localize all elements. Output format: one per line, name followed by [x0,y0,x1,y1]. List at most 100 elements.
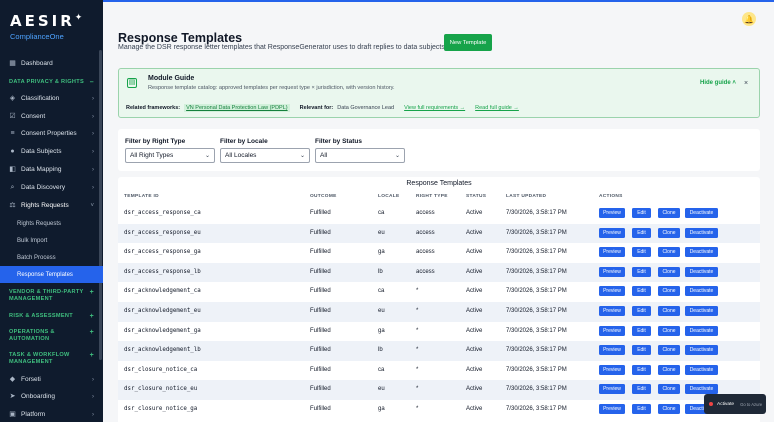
clone-button[interactable]: Clone [658,384,680,395]
view-requirements-link[interactable]: View full requirements → [404,105,465,111]
close-icon[interactable]: × [744,80,748,87]
clone-button[interactable]: Clone [658,286,680,297]
search-icon: ⌕ [10,184,15,191]
cell-last-updated: 7/30/2026, 3:58:17 PM [506,406,567,412]
clone-button[interactable]: Clone [658,404,680,414]
deactivate-button[interactable]: Deactivate [685,364,718,375]
edit-button[interactable]: Edit [632,208,651,218]
section-vendor[interactable]: VENDOR & THIRD-PARTY MANAGEMENT + [0,289,103,303]
user-icon: ● [10,148,15,155]
deactivate-button[interactable]: Deactivate [685,266,718,277]
cell-template-id: dsr_access_response_eu [124,229,201,236]
framework-tag[interactable]: VN Personal Data Protection Law (PDPL) [184,104,290,112]
table-caption: Response Templates [406,180,472,187]
edit-button[interactable]: Edit [632,227,651,238]
preview-button[interactable]: Preview [599,384,625,395]
preview-button[interactable]: Preview [599,208,625,218]
deactivate-button[interactable]: Deactivate [685,208,718,218]
filter-right-type: Filter by Right Type All Right Types ⌄ [125,138,215,163]
sidebar-item-label: Data Subjects [21,148,62,155]
table-row: dsr_closure_notice_ga Fulfilled ga * Active 7… [118,400,760,420]
sidebar-item-data-subjects[interactable]: ● Data Subjects › [0,143,103,160]
sidebar-item-label: Data Mapping [21,166,62,173]
clone-button[interactable]: Clone [658,227,680,238]
cell-outcome: Fulfilled [310,327,331,334]
edit-button[interactable]: Edit [632,364,651,375]
sidebar-item-classification[interactable]: ◈ Classification › [0,90,103,107]
cell-last-updated: 7/30/2026, 3:58:17 PM [506,347,567,354]
select-value: All [320,152,328,159]
cell-right-type: * [416,366,419,373]
clone-button[interactable]: Clone [658,266,680,277]
edit-button[interactable]: Edit [632,345,651,356]
clone-button[interactable]: Clone [658,364,680,375]
edit-button[interactable]: Edit [632,247,651,258]
preview-button[interactable]: Preview [599,345,625,356]
sidebar-item-rights-requests[interactable]: ⚖ Rights Requests ˅ [0,197,103,214]
sidebar-item-onboarding[interactable]: ➤ Onboarding › [0,388,103,405]
sidebar-item-consent[interactable]: ☑ Consent › [0,108,103,125]
hide-guide-button[interactable]: Hide guide ˄ [700,80,736,86]
clone-button[interactable]: Clone [658,247,680,258]
preview-button[interactable]: Preview [599,325,625,336]
expand-icon: + [89,289,94,296]
cell-last-updated: 7/30/2026, 3:58:17 PM [506,386,567,393]
sidebar-item-platform[interactable]: ▣ Platform › [0,406,103,422]
preview-button[interactable]: Preview [599,247,625,258]
edit-button[interactable]: Edit [632,286,651,297]
deactivate-button[interactable]: Deactivate [685,247,718,258]
sidebar-sub-rights-requests[interactable]: Rights Requests [0,215,103,232]
main-content: 🔔 Response Templates Manage the DSR resp… [103,0,774,422]
preview-button[interactable]: Preview [599,306,625,316]
section-risk[interactable]: RISK & ASSESSMENT + [0,313,103,320]
clone-button[interactable]: Clone [658,208,680,218]
bell-icon[interactable]: 🔔 [742,12,756,26]
collapse-icon: – [89,79,94,86]
cell-outcome: Fulfilled [310,268,331,275]
preview-button[interactable]: Preview [599,266,625,277]
chevron-right-icon: › [92,376,94,383]
section-operations[interactable]: OPERATIONS & AUTOMATION + [0,329,103,343]
preview-button[interactable]: Preview [599,404,625,414]
sidebar-item-dashboard[interactable]: ▦ Dashboard [0,55,103,72]
edit-button[interactable]: Edit [632,384,651,395]
activate-toast[interactable]: Activate Go to Azure [704,394,766,414]
section-data-privacy[interactable]: DATA PRIVACY & RIGHTS – [0,79,103,86]
read-guide-link[interactable]: Read full guide → [475,105,519,111]
sidebar-item-forseti[interactable]: ◆ Forseti › [0,371,103,388]
preview-button[interactable]: Preview [599,286,625,297]
logo: AESIR✦ ComplianceOne [0,0,103,50]
section-task-workflow[interactable]: TASK & WORKFLOW MANAGEMENT + [0,352,103,366]
cell-locale: ca [378,288,385,295]
deactivate-button[interactable]: Deactivate [685,306,718,316]
edit-button[interactable]: Edit [632,325,651,336]
sidebar-item-data-discovery[interactable]: ⌕ Data Discovery › [0,179,103,196]
sidebar-item-label: Consent [21,113,46,120]
clone-button[interactable]: Clone [658,345,680,356]
deactivate-button[interactable]: Deactivate [685,384,718,395]
deactivate-button[interactable]: Deactivate [685,227,718,238]
preview-button[interactable]: Preview [599,364,625,375]
preview-button[interactable]: Preview [599,227,625,238]
col-template-id: TEMPLATE ID [124,194,159,199]
deactivate-button[interactable]: Deactivate [685,345,718,356]
edit-button[interactable]: Edit [632,266,651,277]
sidebar-sub-bulk-import[interactable]: Bulk Import [0,232,103,249]
sidebar-item-consent-properties[interactable]: ≡ Consent Properties › [0,125,103,142]
sidebar-item-data-mapping[interactable]: ◧ Data Mapping › [0,161,103,178]
right-type-select[interactable]: All Right Types ⌄ [125,148,215,163]
deactivate-button[interactable]: Deactivate [685,286,718,297]
select-value: All Right Types [130,152,174,159]
edit-button[interactable]: Edit [632,306,651,316]
clone-button[interactable]: Clone [658,325,680,336]
filter-label: Filter by Locale [220,138,268,145]
status-select[interactable]: All ⌄ [315,148,405,163]
table-row: dsr_acknowledgement_lb Fulfilled lb * Active… [118,341,760,361]
sidebar-sub-batch-process[interactable]: Batch Process [0,249,103,266]
new-template-button[interactable]: New Template [444,34,492,51]
clone-button[interactable]: Clone [658,306,680,316]
deactivate-button[interactable]: Deactivate [685,325,718,336]
locale-select[interactable]: All Locales ⌄ [220,148,310,163]
sidebar-sub-response-templates[interactable]: Response Templates [0,266,103,283]
edit-button[interactable]: Edit [632,404,651,414]
